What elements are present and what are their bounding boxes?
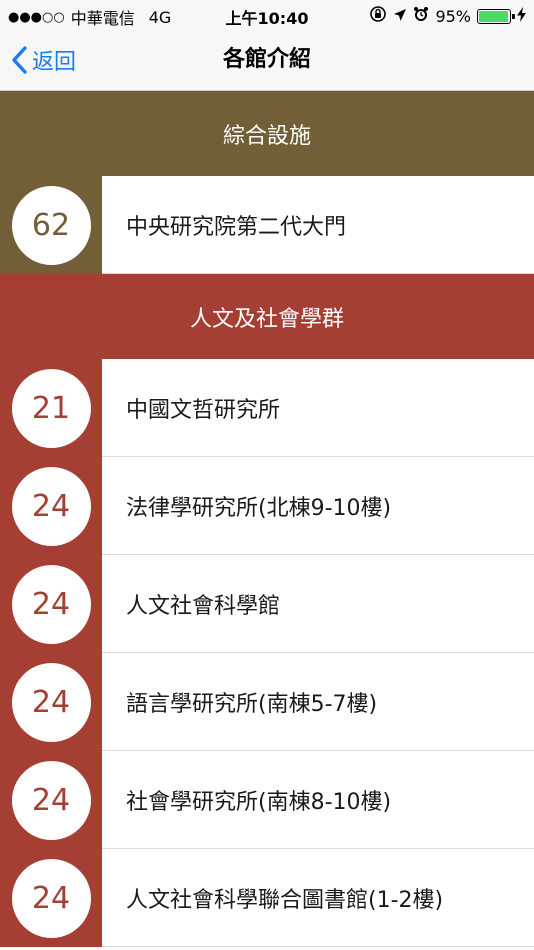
building-number-column: 24 xyxy=(0,457,102,555)
section-header: 人文及社會學群 xyxy=(0,274,534,359)
list-item[interactable]: 21 中國文哲研究所 xyxy=(0,359,534,457)
building-number-column: 62 xyxy=(0,176,102,274)
building-name: 語言學研究所(南棟5-7樓) xyxy=(102,653,534,751)
building-number-badge: 24 xyxy=(11,662,91,742)
building-number-column: 21 xyxy=(0,359,102,457)
building-number-column: 24 xyxy=(0,751,102,849)
status-right: 95% xyxy=(369,5,526,27)
building-number-badge: 21 xyxy=(11,368,91,448)
building-list: 綜合設施 62 中央研究院第二代大門 人文及社會學群 21 中國文哲研究所 24 法律學研究所… xyxy=(0,91,534,947)
list-item[interactable]: 24 人文社會科學館 xyxy=(0,555,534,653)
building-name: 社會學研究所(南棟8-10樓) xyxy=(102,751,534,849)
battery-percent: 95% xyxy=(435,6,471,26)
building-name: 人文社會科學館 xyxy=(102,555,534,653)
list-item[interactable]: 24 人文社會科學聯合圖書館(1-2樓) xyxy=(0,849,534,947)
battery-fill xyxy=(479,10,508,22)
orientation-lock-icon xyxy=(369,5,387,27)
building-name: 中國文哲研究所 xyxy=(102,359,534,457)
building-number-column: 24 xyxy=(0,653,102,751)
building-number-badge: 24 xyxy=(11,858,91,938)
list-item[interactable]: 62 中央研究院第二代大門 xyxy=(0,176,534,274)
building-number-badge: 24 xyxy=(11,466,91,546)
building-number-badge: 62 xyxy=(11,185,91,265)
list-item[interactable]: 24 社會學研究所(南棟8-10樓) xyxy=(0,751,534,849)
list-item[interactable]: 24 法律學研究所(北棟9-10樓) xyxy=(0,457,534,555)
building-number-badge: 24 xyxy=(11,760,91,840)
navigation-bar: 返回 各館介紹 xyxy=(0,30,534,91)
status-bar: ●●●○○ 中華電信 4G 上午10:40 95% xyxy=(0,0,534,30)
building-name: 法律學研究所(北棟9-10樓) xyxy=(102,457,534,555)
building-name: 人文社會科學聯合圖書館(1-2樓) xyxy=(102,849,534,947)
building-number-column: 24 xyxy=(0,849,102,947)
page-title: 各館介紹 xyxy=(222,47,311,72)
list-item[interactable]: 24 語言學研究所(南棟5-7樓) xyxy=(0,653,534,751)
charging-bolt-icon xyxy=(517,6,526,26)
location-arrow-icon xyxy=(393,7,407,26)
building-number-column: 24 xyxy=(0,555,102,653)
alarm-icon xyxy=(413,6,429,26)
section-header: 綜合設施 xyxy=(0,91,534,176)
battery-icon xyxy=(477,8,515,24)
building-number-badge: 24 xyxy=(11,564,91,644)
building-name: 中央研究院第二代大門 xyxy=(102,176,534,274)
